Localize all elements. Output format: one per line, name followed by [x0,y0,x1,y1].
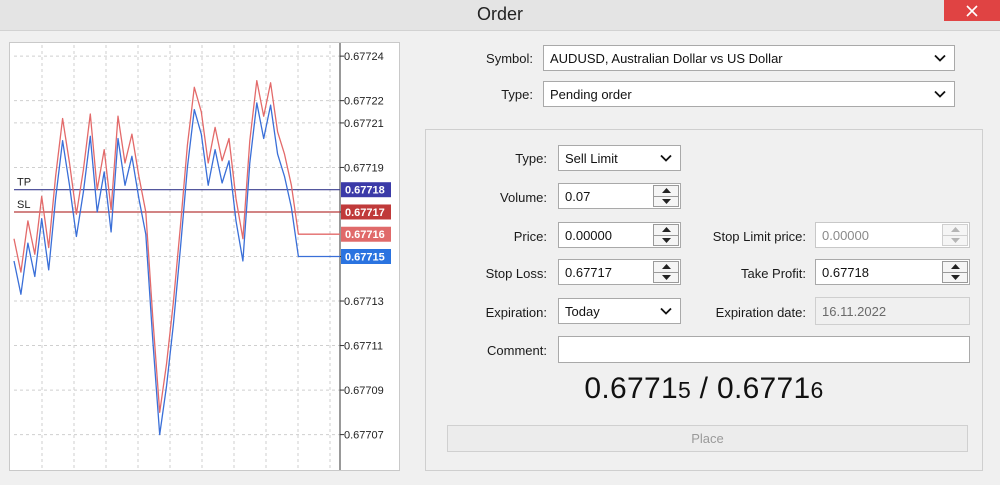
stop-loss-label: Stop Loss: [485,266,547,281]
symbol-select[interactable]: AUDUSD, Australian Dollar vs US Dollar [543,45,955,71]
price-value: 0.00000 [565,227,612,243]
volume-input[interactable]: 0.07 [558,183,681,209]
window-title: Order [476,4,523,24]
bid-ask-quote: 0.67715 / 0.67716 [425,372,983,406]
y-tick-label: 0.67707 [344,430,384,442]
stop-loss-price-tag: 0.67717 [345,207,385,219]
stop-limit-price-stepper[interactable] [942,224,968,246]
title-bar: Order [0,0,1000,31]
bid-price-last-digit: 5 [677,377,692,403]
y-tick-label: 0.67719 [344,162,384,174]
bid-price-main: 0.6771 [584,372,678,405]
volume-increment-button[interactable] [654,186,678,196]
take-profit-stepper[interactable] [942,261,968,283]
volume-stepper[interactable] [653,185,679,207]
price-stepper[interactable] [653,224,679,246]
stop-limit-price-input[interactable]: 0.00000 [815,222,970,248]
price-input[interactable]: 0.00000 [558,222,681,248]
quote-separator: / [691,372,717,405]
caret-down-icon [661,237,671,243]
bid-price-tag: 0.67715 [345,252,385,264]
y-tick-label: 0.67711 [344,341,383,353]
order-type-select[interactable]: Pending order [543,81,955,107]
ask-price-main: 0.6771 [716,372,811,405]
place-button-label: Place [691,431,724,446]
expiration-date-label: Expiration date: [715,305,806,320]
y-tick-label: 0.67721 [344,118,384,130]
expiration-select[interactable]: Today [558,298,681,324]
price-chart-svg: 0.67724 0.67722 0.67721 0.67719 0.67717 0.677… [13,43,391,470]
stop-loss-input[interactable]: 0.67717 [558,259,681,285]
volume-value: 0.07 [565,188,591,204]
caret-up-icon [661,227,671,233]
stop-loss-increment-button[interactable] [654,262,678,272]
ask-price-tag: 0.67716 [345,229,385,241]
expiration-date-value: 16.11.2022 [822,303,887,319]
expiration-date-field: 16.11.2022 [815,297,970,325]
caret-up-icon [661,264,671,270]
take-profit-line-label: TP [17,177,31,189]
symbol-value: AUDUSD, Australian Dollar vs US Dollar [550,50,783,66]
stop-loss-stepper[interactable] [653,261,679,283]
expiration-value: Today [565,303,600,319]
volume-decrement-button[interactable] [654,195,678,207]
caret-down-icon [950,274,960,280]
close-icon [966,4,978,17]
place-button[interactable]: Place [447,425,968,452]
comment-label: Comment: [487,343,547,358]
stop-limit-increment-button[interactable] [943,225,967,235]
caret-down-icon [661,198,671,204]
pending-type-select[interactable]: Sell Limit [558,145,681,171]
y-tick-label: 0.67722 [344,96,384,108]
stop-loss-value: 0.67717 [565,264,612,280]
chevron-down-icon [660,307,672,315]
price-label: Price: [513,229,547,244]
volume-label: Volume: [500,190,547,205]
caret-up-icon [950,264,960,270]
y-tick-label: 0.67709 [344,385,384,397]
pending-type-label: Type: [515,151,547,166]
price-chart: 0.67724 0.67722 0.67721 0.67719 0.67717 0.677… [9,42,400,471]
symbol-label: Symbol: [486,51,533,66]
ask-price-line [13,79,340,413]
stop-loss-line-label: SL [17,199,30,211]
comment-input[interactable] [558,336,970,363]
take-profit-value: 0.67718 [822,264,869,280]
stop-limit-price-value: 0.00000 [822,227,869,243]
ask-price-last-digit: 6 [810,377,824,403]
take-profit-price-tag: 0.67718 [345,185,385,197]
stop-limit-price-label: Stop Limit price: [712,229,806,244]
stop-limit-decrement-button[interactable] [943,234,967,246]
caret-down-icon [950,237,960,243]
chevron-down-icon [934,90,946,98]
price-increment-button[interactable] [654,225,678,235]
stop-loss-decrement-button[interactable] [654,271,678,283]
y-tick-label: 0.67724 [344,51,384,63]
take-profit-increment-button[interactable] [943,262,967,272]
take-profit-decrement-button[interactable] [943,271,967,283]
caret-up-icon [661,188,671,194]
chevron-down-icon [934,54,946,62]
y-tick-label: 0.67713 [344,296,384,308]
caret-down-icon [661,274,671,280]
order-type-label: Type: [501,87,533,102]
price-decrement-button[interactable] [654,234,678,246]
chevron-down-icon [660,154,672,162]
expiration-label: Expiration: [485,305,547,320]
order-type-value: Pending order [550,86,632,102]
close-button[interactable] [944,0,1000,21]
pending-type-value: Sell Limit [565,150,618,166]
caret-up-icon [950,227,960,233]
take-profit-label: Take Profit: [740,266,806,281]
take-profit-input[interactable]: 0.67718 [815,259,970,285]
